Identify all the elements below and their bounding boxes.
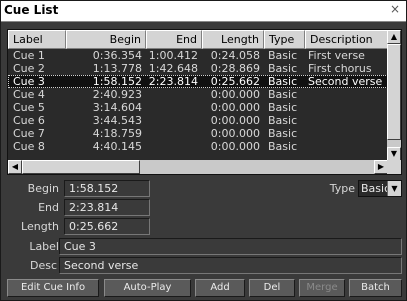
batch-button[interactable]: Batch [349, 279, 402, 297]
column-header-description[interactable]: Description [305, 30, 388, 49]
cell-label: Cue 2 [13, 62, 45, 75]
cell-length: 0:00.000 [210, 114, 260, 127]
column-header-begin[interactable]: Begin [66, 30, 146, 49]
cell-label: Cue 3 [13, 75, 45, 88]
column-header-length[interactable]: Length [202, 30, 264, 49]
horizontal-scroll-thumb[interactable] [22, 160, 140, 174]
cell-end [146, 101, 198, 114]
triangle-down-icon[interactable]: ▼ [387, 147, 401, 161]
table-row[interactable]: Cue 4 2:40.923 0:00.000 Basic [8, 88, 388, 101]
auto-play-button[interactable]: Auto-Play [104, 279, 191, 297]
cell-type: Basic [268, 127, 298, 140]
begin-field[interactable]: 1:58.152 [64, 180, 150, 197]
cell-begin: 2:40.923 [92, 88, 142, 101]
cell-type: Basic [268, 75, 298, 88]
column-header-type[interactable]: Type [264, 30, 305, 49]
cell-description [308, 114, 388, 127]
type-label: Type [329, 182, 355, 195]
cell-description: Second verse [308, 75, 383, 88]
cell-end [146, 140, 198, 153]
cell-length: 0:24.058 [210, 49, 260, 62]
triangle-left-icon[interactable]: ◀ [8, 160, 22, 174]
cell-length: 0:00.000 [210, 88, 260, 101]
cell-end [146, 114, 198, 127]
table-row[interactable]: Cue 3 1:58.152 2:23.814 0:25.662 Basic Second… [8, 75, 388, 88]
begin-label: Begin [27, 182, 59, 195]
cell-end [146, 88, 198, 101]
title-bar[interactable]: Cue List × [1, 1, 406, 22]
edit-cue-info-button[interactable]: Edit Cue Info [7, 279, 99, 297]
cue-table[interactable]: Label Begin End Length Type Description … [7, 29, 402, 175]
cell-begin: 0:36.354 [92, 49, 142, 62]
end-label: End [38, 201, 59, 214]
scrollbar-corner [387, 160, 401, 174]
type-dropdown-value: Basic [361, 182, 391, 195]
cell-end [146, 127, 198, 140]
table-header: Label Begin End Length Type Description [8, 30, 388, 49]
horizontal-scrollbar[interactable]: ◀ ▶ [8, 160, 388, 174]
vertical-scrollbar[interactable]: ▲ ▼ [387, 30, 401, 161]
cell-type: Basic [268, 62, 298, 75]
cell-begin: 4:18.759 [92, 127, 142, 140]
delete-button[interactable]: Del [249, 279, 295, 297]
cell-length: 0:00.000 [210, 127, 260, 140]
column-header-end[interactable]: End [146, 30, 202, 49]
cell-begin: 3:14.604 [92, 101, 142, 114]
add-button[interactable]: Add [195, 279, 245, 297]
triangle-right-icon[interactable]: ▶ [374, 160, 388, 174]
description-field[interactable]: Second verse [59, 257, 402, 274]
window-title: Cue List [4, 3, 59, 17]
cell-label: Cue 7 [13, 127, 45, 140]
cell-type: Basic [268, 88, 298, 101]
length-label: Length [21, 220, 59, 233]
cell-length: 0:00.000 [210, 140, 260, 153]
table-row[interactable]: Cue 2 1:13.778 1:42.648 0:28.869 Basic First … [8, 62, 388, 75]
triangle-up-icon[interactable]: ▲ [387, 30, 401, 44]
cell-type: Basic [268, 101, 298, 114]
table-row[interactable]: Cue 1 0:36.354 1:00.412 0:24.058 Basic First … [8, 49, 388, 62]
cell-description [308, 101, 388, 114]
cell-label: Cue 1 [13, 49, 45, 62]
cell-end: 1:42.648 [148, 62, 198, 75]
cell-type: Basic [268, 49, 298, 62]
cell-label: Cue 6 [13, 114, 45, 127]
cell-label: Cue 5 [13, 101, 45, 114]
cell-begin: 1:58.152 [92, 75, 142, 88]
table-row[interactable]: Cue 5 3:14.604 0:00.000 Basic [8, 101, 388, 114]
cell-description: First chorus [308, 62, 372, 75]
vertical-scroll-thumb[interactable] [387, 44, 401, 140]
cell-length: 0:28.869 [210, 62, 260, 75]
cell-description [308, 140, 388, 153]
cell-label: Cue 4 [13, 88, 45, 101]
cell-length: 0:00.000 [210, 101, 260, 114]
cell-begin: 4:40.145 [92, 140, 142, 153]
cell-end: 1:00.412 [148, 49, 198, 62]
chevron-down-icon[interactable]: ▼ [387, 181, 401, 196]
cell-end: 2:23.814 [148, 75, 198, 88]
cell-label: Cue 8 [13, 140, 45, 153]
cue-label-label: Label [29, 240, 59, 253]
cell-type: Basic [268, 114, 298, 127]
description-label: Desc [29, 259, 57, 272]
close-icon[interactable]: × [390, 2, 400, 16]
table-row[interactable]: Cue 7 4:18.759 0:00.000 Basic [8, 127, 388, 140]
table-row[interactable]: Cue 8 4:40.145 0:00.000 Basic [8, 140, 388, 153]
length-field[interactable]: 0:25.662 [64, 218, 150, 235]
cell-begin: 3:44.543 [92, 114, 142, 127]
cue-label-field[interactable]: Cue 3 [59, 238, 402, 255]
cell-length: 0:25.662 [210, 75, 260, 88]
cell-description: First verse [308, 49, 365, 62]
column-header-label[interactable]: Label [8, 30, 66, 49]
cell-description [308, 127, 388, 140]
end-field[interactable]: 2:23.814 [64, 199, 150, 216]
cell-type: Basic [268, 140, 298, 153]
cell-begin: 1:13.778 [92, 62, 142, 75]
cue-list-window: Cue List × Label Begin End Length Type D… [0, 0, 407, 301]
type-dropdown[interactable]: Basic ▼ [358, 180, 402, 197]
cell-description [308, 88, 388, 101]
table-row[interactable]: Cue 6 3:44.543 0:00.000 Basic [8, 114, 388, 127]
merge-button[interactable]: Merge [299, 279, 345, 297]
